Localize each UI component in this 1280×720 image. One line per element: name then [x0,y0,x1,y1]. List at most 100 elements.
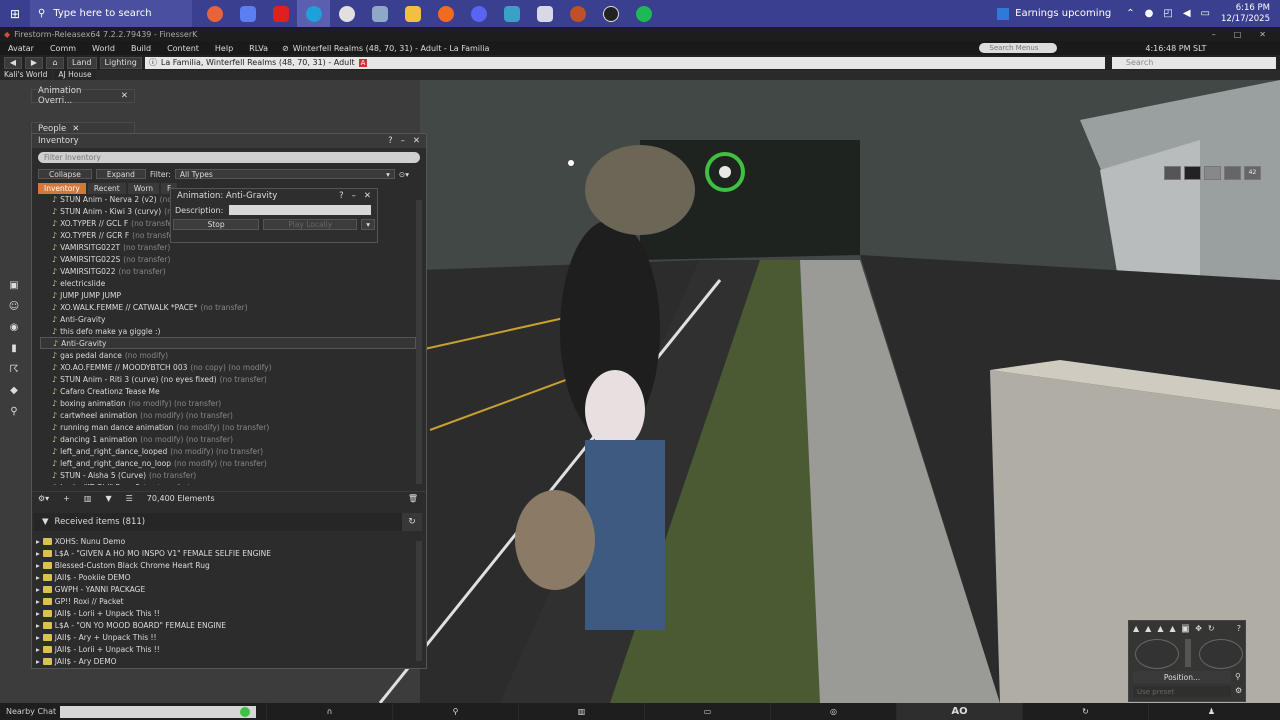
microphone-icon[interactable]: ▮ [11,343,17,354]
map-icon[interactable]: ▥ [518,703,644,720]
camera-mode-icon[interactable]: ▲ [1133,624,1139,633]
camera-mode-icon[interactable]: ✥ [1195,624,1202,633]
chevron-right-icon[interactable]: ▸ [36,537,40,546]
walk-icon[interactable]: ☈ [10,364,19,375]
minimize-icon[interactable]: – [401,136,405,146]
chevron-right-icon[interactable]: ▸ [36,633,40,642]
received-item[interactable]: ▸ GP!! Roxi // Packet [34,595,416,607]
menu-help[interactable]: Help [207,44,241,53]
shop-icon[interactable]: ▥ [84,494,92,503]
view-icon[interactable]: ◉ [10,322,19,333]
hud-icon[interactable] [1224,166,1241,180]
collapse-button[interactable]: Collapse [38,169,92,179]
app-icon[interactable] [528,0,561,27]
view-options-icon[interactable]: ⊙▾ [399,170,409,179]
back-button[interactable]: ◀ [4,56,22,69]
taskbar-search[interactable]: ⚲ Type here to search [30,0,192,27]
news-widget[interactable]: Earnings upcoming [987,7,1121,20]
inventory-item[interactable]: ♪ this defo make ya giggle :) [40,325,416,337]
chevron-right-icon[interactable]: ▸ [36,597,40,606]
stop-button[interactable]: Stop [173,219,260,230]
spotify-icon[interactable] [627,0,660,27]
inventory-item[interactable]: ♪ left_and_right_dance_no_loop (no modify)… [40,457,416,469]
copilot-icon[interactable] [231,0,264,27]
nearby-chat-label[interactable]: Nearby Chat [0,707,60,716]
inventory-filter-input[interactable]: Filter Inventory [38,152,420,163]
info-icon[interactable]: ⓘ [149,57,157,68]
close-icon[interactable]: ✕ [364,191,371,201]
inventory-item[interactable]: ♪ running man dance animation (no modify) … [40,421,416,433]
received-item[interactable]: ▸ Blessed-Custom Black Chrome Heart Rug [34,559,416,571]
close-icon[interactable]: ✕ [1259,30,1266,39]
menu-avatar[interactable]: Avatar [0,44,42,53]
people-icon[interactable]: ☺ [9,301,19,312]
gear-icon[interactable]: ⚙ [1235,686,1242,695]
inventory-item[interactable]: ♪ Anti-Gravity [40,337,416,349]
hud-icon[interactable] [1184,166,1201,180]
chevron-right-icon[interactable]: ▸ [36,609,40,618]
preset-select[interactable]: Use preset [1133,686,1231,697]
menu-rlva[interactable]: RLVa [241,44,276,53]
inventory-item[interactable]: ♪ XO.AO.FEMME // MOODYBTCH 003 (no copy) (… [40,361,416,373]
hud-icon[interactable] [1204,166,1221,180]
chevron-right-icon[interactable]: ▸ [36,549,40,558]
battery-icon[interactable]: ▭ [1196,8,1215,19]
add-icon[interactable]: + [63,494,70,503]
notes-icon[interactable] [495,0,528,27]
steam-icon[interactable] [330,0,363,27]
camera-mode-icon[interactable]: ▣ [1181,624,1190,633]
close-icon[interactable]: ✕ [121,91,128,101]
camera-mode-icon[interactable]: ▲ [1169,624,1175,633]
minimize-icon[interactable]: – [1212,30,1216,39]
inventory-item[interactable]: ♪ left_and_right_dance_looped (no modify) … [40,445,416,457]
list-view-icon[interactable]: ☰ [126,494,133,503]
sync-icon[interactable]: ↻ [1022,703,1148,720]
inventory-item[interactable]: ♪ Cafaro Creationz Tease Me [40,385,416,397]
description-input[interactable] [229,205,372,215]
store-icon[interactable] [363,0,396,27]
inventory-item[interactable]: ♪ STUN Anim - Riti 3 (curve) (no eyes fix… [40,373,416,385]
lighting-button[interactable]: Lighting [99,56,142,69]
menu-world[interactable]: World [84,44,123,53]
inventory-item[interactable]: ♪ STUN - Aisha 5 (Curve) (no transfer) [40,469,416,481]
hud-count-badge[interactable]: 42 [1244,166,1261,180]
expand-button[interactable]: Expand [95,169,146,179]
camera-zoom-slider[interactable] [1185,639,1191,667]
chat-icon[interactable]: ◆ [10,385,18,396]
help-icon[interactable]: ? [1237,624,1241,633]
nearby-chat-input[interactable] [60,705,256,718]
youtube-icon[interactable] [264,0,297,27]
obs-icon[interactable] [594,0,627,27]
received-item[interactable]: ▸ JAII$ - Ary DEMO [34,655,416,667]
inventory-item[interactable]: ♪ VAMIRSITG022S (no transfer) [40,253,416,265]
firefox-icon[interactable] [429,0,462,27]
trash-icon[interactable]: 🗑 [408,494,426,503]
menu-build[interactable]: Build [123,44,159,53]
close-icon[interactable]: ✕ [413,136,420,146]
microphone-icon[interactable]: ● [1140,8,1159,19]
chevron-right-icon[interactable]: ▸ [36,657,40,666]
inventory-item[interactable]: ♪ Anti-Gravity [40,313,416,325]
windows-start-icon[interactable]: ⊞ [0,0,30,27]
received-item[interactable]: ▸ JAII$ - Lorii + Unpack This !! [34,643,416,655]
received-item[interactable]: ▸ JAII$ - Ary + Unpack This !! [34,631,416,643]
volume-icon[interactable]: ◀ [1178,8,1196,19]
inventory-item[interactable]: ♪ XO.WALK.FEMME // CATWALK *PACE* (no tran… [40,301,416,313]
appearance-icon[interactable]: ♟ [1148,703,1274,720]
network-icon[interactable]: ◰ [1158,8,1177,19]
received-item[interactable]: ▸ JAII$ - Lorii + Unpack This !! [34,607,416,619]
camera-mode-icon[interactable]: ▲ [1145,624,1151,633]
chevron-right-icon[interactable]: ▸ [36,645,40,654]
play-locally-button[interactable]: Play Locally [263,219,358,230]
received-item[interactable]: ▸ XOHS: Nunu Demo [34,535,416,547]
inventory-item[interactable]: ♪ gas pedal dance (no modify) [40,349,416,361]
received-scrollbar[interactable] [416,541,422,661]
minimize-icon[interactable]: – [352,191,356,201]
file-explorer-icon[interactable] [396,0,429,27]
chevron-right-icon[interactable]: ▸ [36,585,40,594]
received-item[interactable]: ▸ JAII$ - Pookiie DEMO [34,571,416,583]
refresh-button[interactable]: ↻ [402,513,422,531]
camera-pan-control[interactable] [1199,639,1243,669]
menu-comm[interactable]: Comm [42,44,84,53]
favorite-kalis-world[interactable]: Kali's World [0,70,52,80]
